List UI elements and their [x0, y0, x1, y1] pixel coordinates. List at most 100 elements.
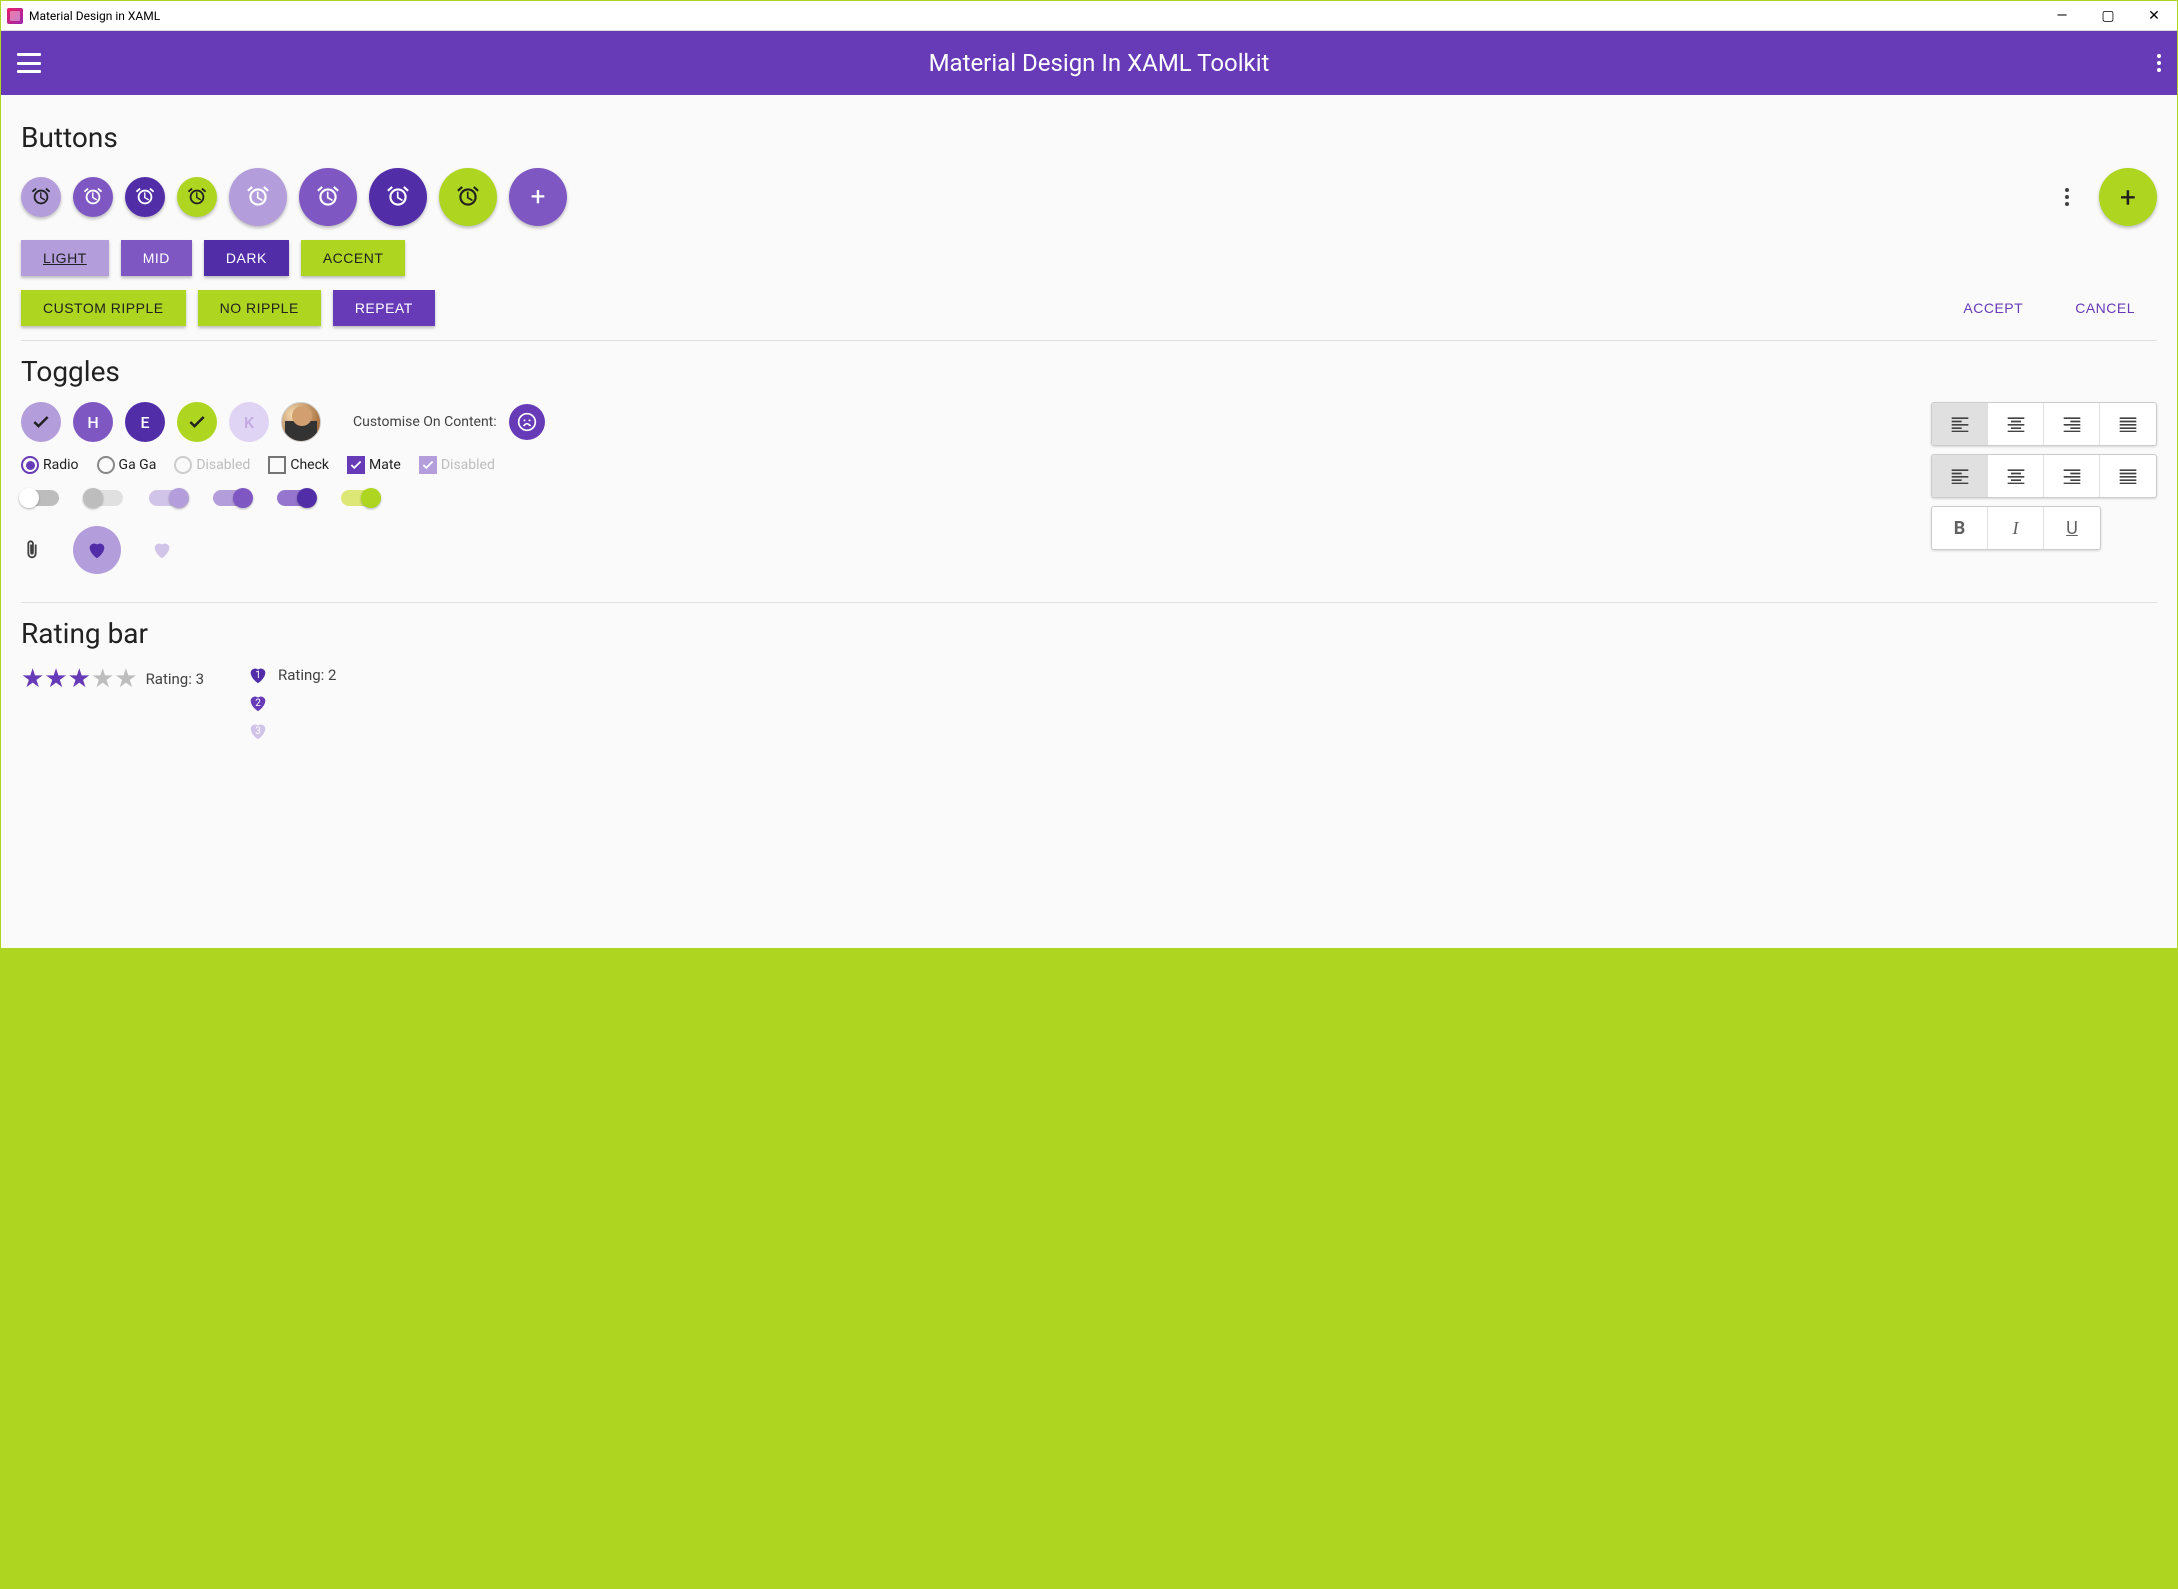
align-right[interactable]	[2044, 403, 2100, 445]
star-2[interactable]: ★	[44, 664, 67, 694]
divider	[21, 602, 2157, 603]
heart-rating-1[interactable]: 1	[246, 664, 270, 686]
smiley-toggle[interactable]	[509, 404, 545, 440]
align-right-2[interactable]	[2044, 455, 2100, 497]
heart-icon	[86, 539, 108, 561]
accent-button[interactable]: ACCENT	[301, 240, 406, 276]
align-center-2[interactable]	[1988, 455, 2044, 497]
fab-large-dark[interactable]	[369, 168, 427, 226]
content-area: Buttons + + LIGHT MID DARK ACCENT	[1, 95, 2177, 948]
radio-radio[interactable]: Radio	[21, 456, 79, 474]
plus-icon: +	[2120, 181, 2136, 214]
repeat-button[interactable]: REPEAT	[333, 290, 435, 326]
switch-off[interactable]	[21, 490, 59, 506]
appbar: Material Design In XAML Toolkit	[1, 31, 2177, 95]
titlebar: Material Design in XAML — ▢ ✕	[1, 1, 2177, 31]
check-icon	[187, 412, 207, 432]
dark-button[interactable]: DARK	[204, 240, 289, 276]
align-left-icon	[1950, 416, 1970, 432]
chip-check-accent[interactable]	[177, 402, 217, 442]
heart-rating-2[interactable]: 2	[246, 692, 270, 714]
chip-k-disabled: K	[229, 402, 269, 442]
align-justify[interactable]	[2100, 403, 2156, 445]
star-3[interactable]: ★	[68, 664, 91, 694]
paperclip-toggle[interactable]	[21, 537, 43, 563]
switch-off-disabled	[85, 490, 123, 506]
accept-button[interactable]: ACCEPT	[1941, 290, 2045, 326]
sad-face-icon	[517, 412, 537, 432]
minimize-button[interactable]: —	[2039, 1, 2085, 31]
appbar-more-icon[interactable]	[2157, 54, 2161, 72]
align-left[interactable]	[1932, 403, 1988, 445]
switch-on-dark[interactable]	[277, 490, 315, 506]
icon-toggle-row	[21, 526, 1851, 574]
alarm-icon	[134, 186, 156, 208]
align-center[interactable]	[1988, 403, 2044, 445]
radio-gaga[interactable]: Ga Ga	[97, 456, 157, 474]
align-center-icon	[2006, 416, 2026, 432]
switch-on-accent[interactable]	[341, 490, 379, 506]
menu-icon[interactable]	[17, 53, 41, 73]
close-button[interactable]: ✕	[2131, 1, 2177, 31]
heart-icon	[151, 539, 173, 561]
align-justify-icon	[2118, 416, 2138, 432]
cancel-button[interactable]: CANCEL	[2053, 290, 2157, 326]
fab-alarm-light[interactable]	[21, 177, 61, 217]
align-right-icon	[2062, 468, 2082, 484]
custom-ripple-button[interactable]: CUSTOM RIPPLE	[21, 290, 186, 326]
light-button[interactable]: LIGHT	[21, 240, 109, 276]
customise-label: Customise On Content:	[353, 414, 497, 430]
fab-alarm-mid[interactable]	[73, 177, 113, 217]
bold-button[interactable]: B	[1932, 507, 1988, 549]
switch-on-mid[interactable]	[213, 490, 251, 506]
toggle-group-column: B I U	[1931, 402, 2157, 550]
alarm-icon	[245, 184, 271, 210]
fab-large-light[interactable]	[229, 168, 287, 226]
chip-check-light[interactable]	[21, 402, 61, 442]
alarm-icon	[30, 186, 52, 208]
check-icon	[421, 458, 435, 472]
underline-button[interactable]: U	[2044, 507, 2100, 549]
align-left-2[interactable]	[1932, 455, 1988, 497]
heart-rating-3[interactable]: 3	[246, 720, 270, 742]
align-group-1	[1931, 402, 2157, 446]
heart-toggle-off[interactable]	[151, 539, 173, 561]
fab-large-mid[interactable]	[299, 168, 357, 226]
align-justify-2[interactable]	[2100, 455, 2156, 497]
paperclip-icon	[21, 537, 43, 563]
alarm-icon	[455, 184, 481, 210]
no-ripple-button[interactable]: NO RIPPLE	[198, 290, 321, 326]
star-4[interactable]: ★	[91, 664, 114, 694]
fab-add-accent[interactable]: +	[2099, 168, 2157, 226]
checkbox-disabled: Disabled	[419, 456, 495, 474]
heart-toggle-on[interactable]	[73, 526, 121, 574]
italic-button[interactable]: I	[1988, 507, 2044, 549]
maximize-button[interactable]: ▢	[2085, 1, 2131, 31]
align-left-icon	[1950, 468, 1970, 484]
fab-alarm-dark[interactable]	[125, 177, 165, 217]
rating-stars-label: Rating: 3	[146, 670, 204, 688]
align-group-2	[1931, 454, 2157, 498]
chip-h[interactable]: H	[73, 402, 113, 442]
switch-row	[21, 490, 1851, 506]
avatar-chip[interactable]	[281, 402, 321, 442]
appbar-title: Material Design In XAML Toolkit	[41, 49, 2157, 77]
section-rating-title: Rating bar	[21, 617, 2157, 650]
mid-button[interactable]: MID	[121, 240, 192, 276]
content-more-icon[interactable]	[2065, 188, 2069, 206]
colour-button-row: LIGHT MID DARK ACCENT	[21, 240, 2157, 276]
section-buttons-title: Buttons	[21, 121, 2157, 154]
app-window: Material Design in XAML — ▢ ✕ Material D…	[1, 1, 2177, 948]
switch-on-light[interactable]	[149, 490, 187, 506]
format-group: B I U	[1931, 506, 2101, 550]
fab-large-accent[interactable]	[439, 168, 497, 226]
fab-add-mid[interactable]: +	[509, 168, 567, 226]
chip-e[interactable]: E	[125, 402, 165, 442]
align-right-icon	[2062, 416, 2082, 432]
star-1[interactable]: ★	[21, 664, 44, 694]
align-center-icon	[2006, 468, 2026, 484]
checkbox-check[interactable]: Check	[268, 456, 329, 474]
fab-alarm-accent[interactable]	[177, 177, 217, 217]
checkbox-mate[interactable]: Mate	[347, 456, 401, 474]
star-5[interactable]: ★	[114, 664, 137, 694]
